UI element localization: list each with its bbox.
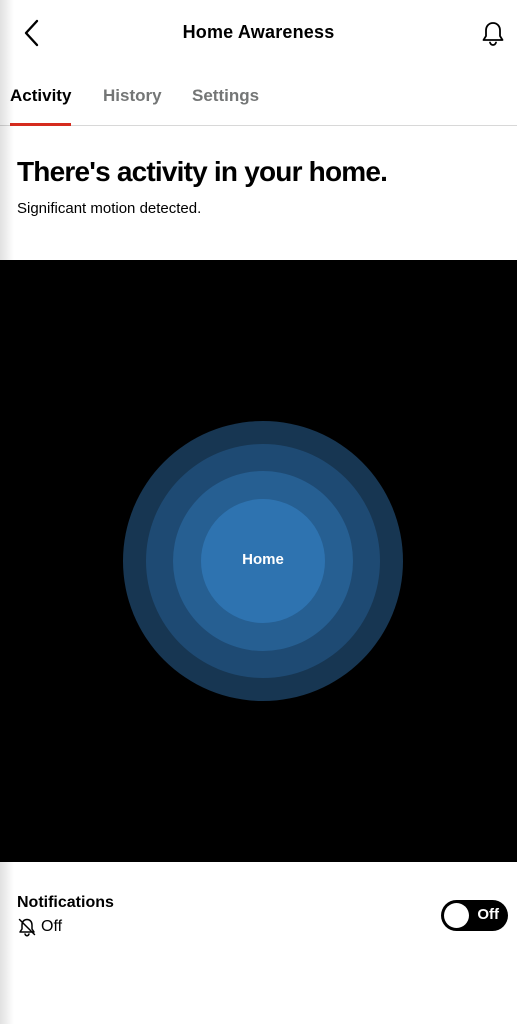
tab-history[interactable]: History <box>103 86 162 125</box>
toggle-knob <box>444 903 469 928</box>
tab-settings[interactable]: Settings <box>192 86 259 125</box>
tab-history-label: History <box>103 86 162 105</box>
notifications-button[interactable] <box>479 20 507 48</box>
bell-icon <box>482 22 504 46</box>
activity-headline: There's activity in your home. <box>17 156 388 187</box>
notifications-toggle[interactable]: Off <box>441 900 508 931</box>
tab-activity-label: Activity <box>10 86 72 105</box>
notifications-section: Notifications Off Off <box>0 862 517 1024</box>
notifications-title: Notifications <box>17 894 114 911</box>
toggle-label: Off <box>477 906 499 923</box>
activity-visualization: Home <box>0 260 517 862</box>
notifications-status: Off <box>17 917 62 937</box>
app-header: Home Awareness <box>0 0 517 66</box>
tab-activity[interactable]: Activity <box>10 86 72 126</box>
page-title: Home Awareness <box>182 22 335 42</box>
active-tab-indicator <box>10 123 72 126</box>
bell-off-icon <box>18 918 36 937</box>
notifications-status-text: Off <box>41 918 63 935</box>
tab-bar: Activity History Settings <box>0 74 517 126</box>
activity-subline: Significant motion detected. <box>17 200 202 217</box>
tab-settings-label: Settings <box>192 86 260 105</box>
home-label: Home <box>242 551 284 568</box>
